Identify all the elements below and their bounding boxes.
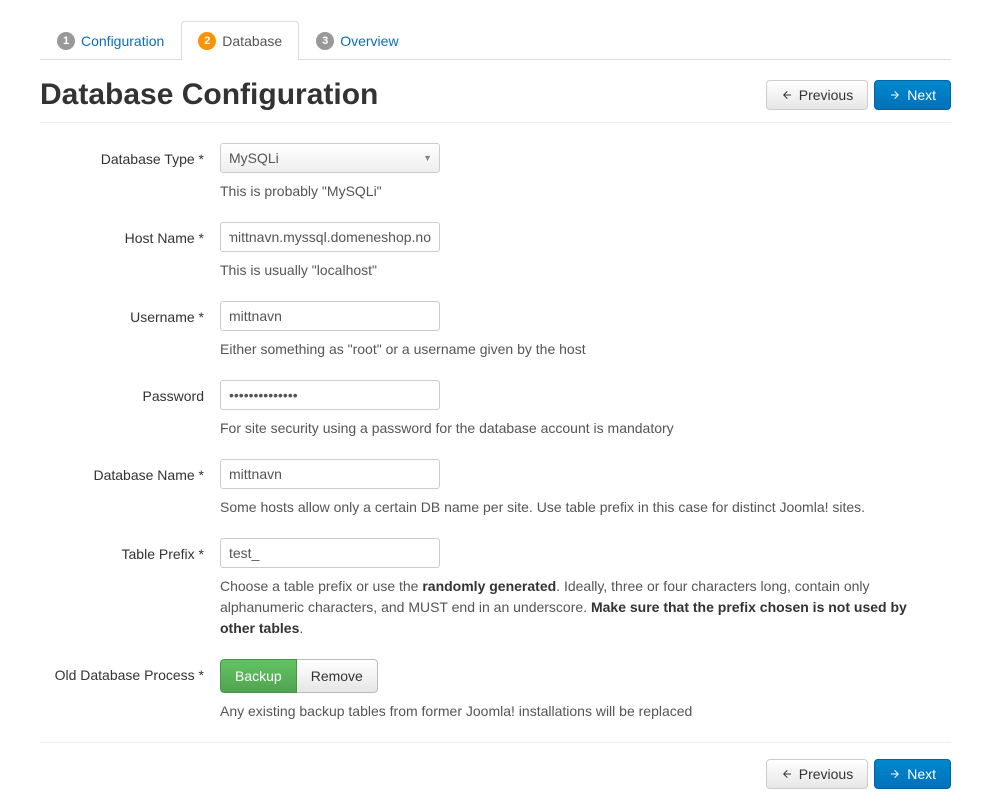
help-password: For site security using a password for t… bbox=[220, 418, 920, 439]
page-header: Database Configuration Previous Next bbox=[40, 78, 951, 123]
database-name-input[interactable] bbox=[220, 459, 440, 489]
arrow-right-icon bbox=[889, 89, 901, 101]
next-label: Next bbox=[907, 766, 936, 782]
help-database-type: This is probably "MySQLi" bbox=[220, 181, 920, 202]
tab-overview[interactable]: 3 Overview bbox=[299, 21, 415, 60]
help-host-name: This is usually "localhost" bbox=[220, 260, 920, 281]
help-database-name: Some hosts allow only a certain DB name … bbox=[220, 497, 920, 518]
host-name-input[interactable] bbox=[220, 222, 440, 252]
page-title: Database Configuration bbox=[40, 78, 378, 112]
label-password: Password bbox=[40, 380, 220, 404]
help-old-database: Any existing backup tables from former J… bbox=[220, 701, 920, 722]
form: Database Type * MySQLi This is probably … bbox=[40, 143, 951, 722]
help-username: Either something as "root" or a username… bbox=[220, 339, 920, 360]
nav-buttons-top: Previous Next bbox=[766, 80, 951, 110]
field-database-name: Database Name * Some hosts allow only a … bbox=[40, 459, 951, 518]
label-old-database-process: Old Database Process * bbox=[40, 659, 220, 683]
table-prefix-input[interactable] bbox=[220, 538, 440, 568]
help-table-prefix: Choose a table prefix or use the randoml… bbox=[220, 576, 920, 639]
label-host-name: Host Name * bbox=[40, 222, 220, 246]
previous-button[interactable]: Previous bbox=[766, 80, 868, 110]
field-username: Username * Either something as "root" or… bbox=[40, 301, 951, 360]
label-database-type: Database Type * bbox=[40, 143, 220, 167]
field-old-database-process: Old Database Process * Backup Remove Any… bbox=[40, 659, 951, 722]
backup-toggle-button[interactable]: Backup bbox=[220, 659, 297, 693]
arrow-left-icon bbox=[781, 768, 793, 780]
arrow-right-icon bbox=[889, 768, 901, 780]
tab-label: Database bbox=[222, 33, 282, 49]
tab-configuration[interactable]: 1 Configuration bbox=[40, 21, 181, 60]
tab-label: Overview bbox=[340, 33, 398, 49]
tab-database[interactable]: 2 Database bbox=[181, 21, 299, 60]
old-db-toggle: Backup Remove bbox=[220, 659, 378, 693]
arrow-left-icon bbox=[781, 89, 793, 101]
field-database-type: Database Type * MySQLi This is probably … bbox=[40, 143, 951, 202]
nav-buttons-bottom: Previous Next bbox=[40, 742, 951, 789]
previous-button[interactable]: Previous bbox=[766, 759, 868, 789]
field-table-prefix: Table Prefix * Choose a table prefix or … bbox=[40, 538, 951, 639]
next-button[interactable]: Next bbox=[874, 759, 951, 789]
label-username: Username * bbox=[40, 301, 220, 325]
remove-toggle-button[interactable]: Remove bbox=[297, 659, 378, 693]
field-host-name: Host Name * This is usually "localhost" bbox=[40, 222, 951, 281]
field-password: Password For site security using a passw… bbox=[40, 380, 951, 439]
previous-label: Previous bbox=[799, 87, 853, 103]
database-type-select[interactable]: MySQLi bbox=[220, 143, 440, 173]
previous-label: Previous bbox=[799, 766, 853, 782]
username-input[interactable] bbox=[220, 301, 440, 331]
tab-step-number: 1 bbox=[57, 32, 75, 50]
wizard-tabs: 1 Configuration 2 Database 3 Overview bbox=[40, 20, 951, 60]
tab-label: Configuration bbox=[81, 33, 164, 49]
next-label: Next bbox=[907, 87, 936, 103]
tab-step-number: 3 bbox=[316, 32, 334, 50]
label-table-prefix: Table Prefix * bbox=[40, 538, 220, 562]
label-database-name: Database Name * bbox=[40, 459, 220, 483]
next-button[interactable]: Next bbox=[874, 80, 951, 110]
password-input[interactable] bbox=[220, 380, 440, 410]
tab-step-number: 2 bbox=[198, 32, 216, 50]
